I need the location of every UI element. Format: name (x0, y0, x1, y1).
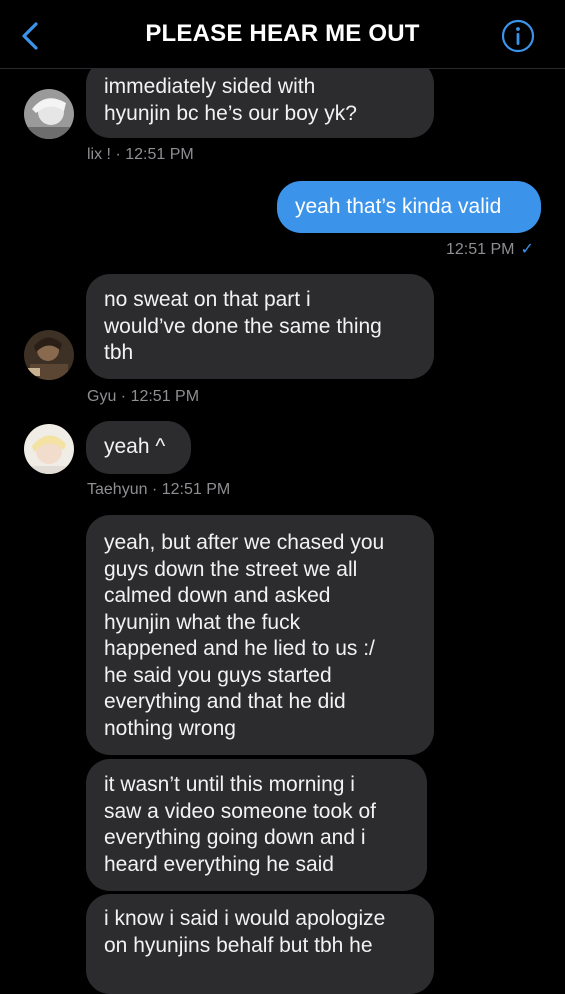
message-bubble-incoming[interactable]: yeah, but after we chased you guys down … (86, 515, 434, 755)
conversation-header: PLEASE HEAR ME OUT (0, 0, 565, 69)
message-meta: Gyu · 12:51 PM (87, 388, 200, 405)
info-icon (501, 19, 535, 53)
message-meta: Taehyun · 12:51 PM (87, 481, 231, 498)
avatar-gyu[interactable] (24, 330, 74, 380)
message-meta: lix ! · 12:51 PM (87, 146, 194, 163)
avatar-lix[interactable] (24, 89, 74, 139)
message-bubble-outgoing[interactable]: yeah that’s kinda valid (277, 181, 541, 233)
message-meta-outgoing: 12:51 PM ✓ (446, 239, 534, 259)
message-time: 12:51 PM (446, 241, 515, 258)
conversation-title: PLEASE HEAR ME OUT (145, 20, 420, 47)
message-bubble-incoming[interactable]: it wasn’t until this morning i saw a vid… (86, 759, 427, 891)
message-bubble-incoming[interactable]: yeah ^ (86, 421, 191, 474)
info-button[interactable] (501, 19, 535, 53)
message-bubble-incoming[interactable]: immediately sided with hyunjin bc he’s o… (86, 60, 434, 138)
avatar-taehyun[interactable] (24, 424, 74, 474)
message-bubble-incoming[interactable]: i know i said i would apologize on hyunj… (86, 894, 434, 994)
message-list[interactable]: immediately sided with hyunjin bc he’s o… (0, 0, 565, 994)
message-bubble-incoming[interactable]: no sweat on that part i would’ve done th… (86, 274, 434, 379)
read-check-icon: ✓ (520, 241, 534, 258)
